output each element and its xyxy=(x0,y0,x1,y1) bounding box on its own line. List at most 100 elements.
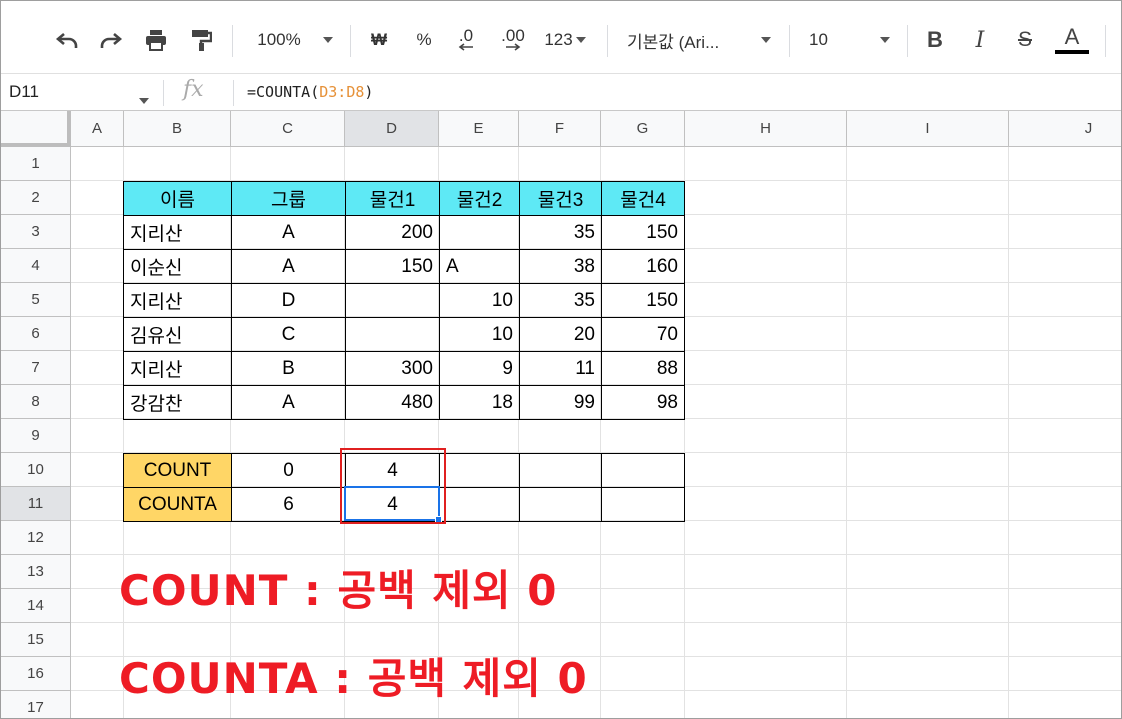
table-cell[interactable] xyxy=(345,317,440,352)
table-cell[interactable]: 지리산 xyxy=(123,351,232,386)
table-cell[interactable]: 99 xyxy=(519,385,602,420)
empty-cell[interactable] xyxy=(439,453,520,488)
text-color-button[interactable]: A xyxy=(1054,25,1090,55)
row-header-2[interactable]: 2 xyxy=(1,181,71,215)
column-header-b[interactable]: B xyxy=(124,111,231,147)
percent-button[interactable]: % xyxy=(410,25,438,55)
table-cell[interactable]: 11 xyxy=(519,351,602,386)
table-cell[interactable]: 150 xyxy=(601,283,685,318)
increase-decimal-button[interactable]: .00 xyxy=(495,25,531,55)
row-header-14[interactable]: 14 xyxy=(1,589,71,623)
table-header-item2[interactable]: 물건2 xyxy=(439,181,520,216)
undo-icon[interactable] xyxy=(51,25,83,55)
table-cell[interactable]: 480 xyxy=(345,385,440,420)
table-cell[interactable]: 10 xyxy=(439,317,520,352)
table-cell[interactable]: D xyxy=(231,283,346,318)
select-all-corner[interactable] xyxy=(1,111,71,147)
row-header-15[interactable]: 15 xyxy=(1,623,71,657)
counta-result-c[interactable]: 6 xyxy=(231,487,346,522)
row-header-12[interactable]: 12 xyxy=(1,521,71,555)
table-header-group[interactable]: 그룹 xyxy=(231,181,346,216)
counta-label-cell[interactable]: COUNTA xyxy=(123,487,232,522)
column-header-a[interactable]: A xyxy=(71,111,124,147)
row-header-10[interactable]: 10 xyxy=(1,453,71,487)
zoom-dropdown-icon[interactable] xyxy=(319,25,337,55)
table-cell[interactable]: 35 xyxy=(519,215,602,250)
table-cell[interactable]: 38 xyxy=(519,249,602,284)
row-header-6[interactable]: 6 xyxy=(1,317,71,351)
column-header-d[interactable]: D xyxy=(345,111,439,147)
print-icon[interactable] xyxy=(140,25,172,55)
row-header-17[interactable]: 17 xyxy=(1,691,71,718)
row-header-13[interactable]: 13 xyxy=(1,555,71,589)
font-family-select[interactable]: 기본값 (Ari... xyxy=(627,25,747,55)
table-cell[interactable]: 98 xyxy=(601,385,685,420)
formula-input[interactable]: =COUNTA(D3:D8) xyxy=(247,83,373,101)
bold-button[interactable]: B xyxy=(921,25,949,55)
decrease-decimal-button[interactable]: .0 xyxy=(451,25,481,55)
font-size-dropdown-icon[interactable] xyxy=(876,25,894,55)
table-cell[interactable]: 150 xyxy=(601,215,685,250)
column-header-e[interactable]: E xyxy=(439,111,519,147)
paint-format-icon[interactable] xyxy=(185,25,217,55)
row-header-3[interactable]: 3 xyxy=(1,215,71,249)
table-cell[interactable]: 김유신 xyxy=(123,317,232,352)
count-result-c[interactable]: 0 xyxy=(231,453,346,488)
table-cell[interactable]: 160 xyxy=(601,249,685,284)
table-cell[interactable]: 강감찬 xyxy=(123,385,232,420)
table-cell[interactable]: 88 xyxy=(601,351,685,386)
name-box[interactable]: D11 xyxy=(9,82,39,102)
table-header-name[interactable]: 이름 xyxy=(123,181,232,216)
table-header-item3[interactable]: 물건3 xyxy=(519,181,602,216)
row-header-8[interactable]: 8 xyxy=(1,385,71,419)
currency-button[interactable]: ₩ xyxy=(365,25,393,55)
table-cell[interactable]: A xyxy=(439,249,520,284)
italic-button[interactable]: I xyxy=(966,25,994,55)
row-header-4[interactable]: 4 xyxy=(1,249,71,283)
table-cell[interactable]: 지리산 xyxy=(123,215,232,250)
row-header-7[interactable]: 7 xyxy=(1,351,71,385)
font-family-dropdown-icon[interactable] xyxy=(757,25,775,55)
table-cell[interactable]: 70 xyxy=(601,317,685,352)
number-format-select[interactable]: 123 xyxy=(539,25,591,55)
column-header-f[interactable]: F xyxy=(519,111,601,147)
font-size-select[interactable]: 10 xyxy=(809,25,849,55)
table-cell[interactable]: 35 xyxy=(519,283,602,318)
table-cell[interactable]: 지리산 xyxy=(123,283,232,318)
column-header-c[interactable]: C xyxy=(231,111,345,147)
table-cell[interactable]: C xyxy=(231,317,346,352)
column-header-j[interactable]: J xyxy=(1009,111,1121,147)
name-box-dropdown-icon[interactable] xyxy=(139,91,149,109)
row-header-9[interactable]: 9 xyxy=(1,419,71,453)
table-cell[interactable]: A xyxy=(231,215,346,250)
table-cell[interactable]: 300 xyxy=(345,351,440,386)
table-header-item4[interactable]: 물건4 xyxy=(601,181,685,216)
count-label-cell[interactable]: COUNT xyxy=(123,453,232,488)
column-header-h[interactable]: H xyxy=(685,111,847,147)
table-cell[interactable] xyxy=(439,215,520,250)
empty-cell[interactable] xyxy=(439,487,520,522)
table-cell[interactable]: 200 xyxy=(345,215,440,250)
table-cell[interactable]: 이순신 xyxy=(123,249,232,284)
table-cell[interactable]: 150 xyxy=(345,249,440,284)
column-header-g[interactable]: G xyxy=(601,111,685,147)
table-cell[interactable]: A xyxy=(231,385,346,420)
table-cell[interactable] xyxy=(345,283,440,318)
column-header-i[interactable]: I xyxy=(847,111,1009,147)
empty-cell[interactable] xyxy=(601,487,685,522)
table-cell[interactable]: 18 xyxy=(439,385,520,420)
table-cell[interactable]: B xyxy=(231,351,346,386)
table-cell[interactable]: 9 xyxy=(439,351,520,386)
row-header-16[interactable]: 16 xyxy=(1,657,71,691)
row-header-5[interactable]: 5 xyxy=(1,283,71,317)
strikethrough-button[interactable]: S xyxy=(1011,25,1039,55)
empty-cell[interactable] xyxy=(519,453,602,488)
table-cell[interactable]: 20 xyxy=(519,317,602,352)
redo-icon[interactable] xyxy=(95,25,127,55)
empty-cell[interactable] xyxy=(601,453,685,488)
table-header-item1[interactable]: 물건1 xyxy=(345,181,440,216)
empty-cell[interactable] xyxy=(519,487,602,522)
row-header-1[interactable]: 1 xyxy=(1,147,71,181)
table-cell[interactable]: 10 xyxy=(439,283,520,318)
table-cell[interactable]: A xyxy=(231,249,346,284)
